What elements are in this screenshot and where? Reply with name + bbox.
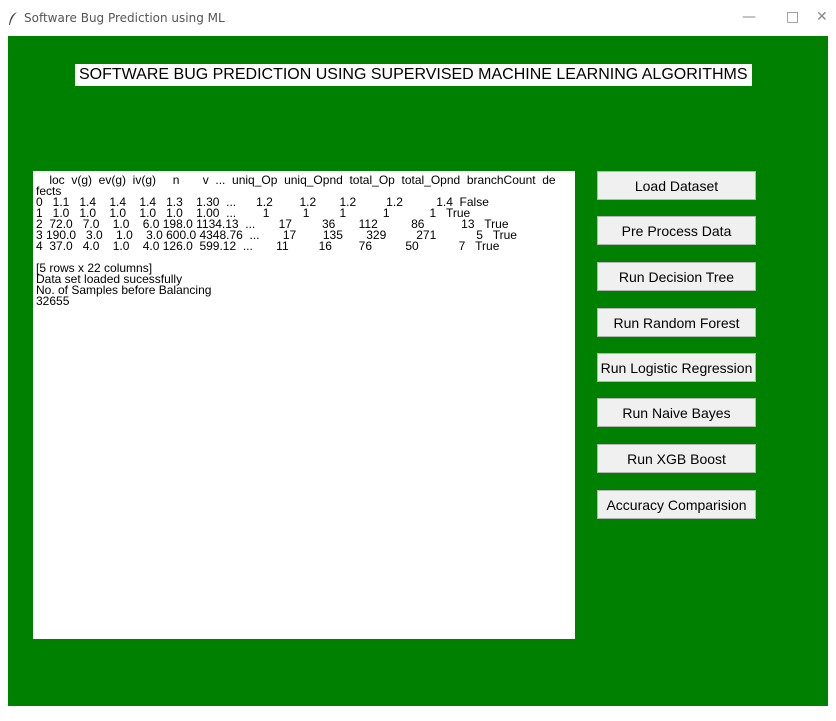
accuracy-comparison-button[interactable]: Accuracy Comparision [597,490,756,519]
run-logistic-regression-button[interactable]: Run Logistic Regression [597,353,756,382]
output-text-area[interactable]: loc v(g) ev(g) iv(g) n v ... uniq_Op uni… [33,171,575,639]
maximize-button[interactable]: □ [786,9,799,25]
feather-icon [9,12,17,25]
output-line: 32655 [36,294,70,308]
app-main-area: SOFTWARE BUG PREDICTION USING SUPERVISED… [8,36,828,706]
window-titlebar: Software Bug Prediction using ML — □ ✕ [0,0,836,36]
window-title: Software Bug Prediction using ML [24,11,225,25]
run-decision-tree-button[interactable]: Run Decision Tree [597,262,756,291]
output-line: loc v(g) ev(g) iv(g) n v ... uniq_Op uni… [36,173,556,187]
run-random-forest-button[interactable]: Run Random Forest [597,308,756,337]
output-text: loc v(g) ev(g) iv(g) n v ... uniq_Op uni… [33,171,575,311]
run-naive-bayes-button[interactable]: Run Naive Bayes [597,398,756,427]
pre-process-button[interactable]: Pre Process Data [597,216,756,245]
close-button[interactable]: ✕ [816,9,828,25]
run-xgb-boost-button[interactable]: Run XGB Boost [597,444,756,473]
app-heading: SOFTWARE BUG PREDICTION USING SUPERVISED… [75,64,752,86]
load-dataset-button[interactable]: Load Dataset [597,171,756,200]
output-line: 4 37.0 4.0 1.0 4.0 126.0 599.12 ... 11 1… [36,239,500,253]
minimize-button[interactable]: — [742,9,756,25]
